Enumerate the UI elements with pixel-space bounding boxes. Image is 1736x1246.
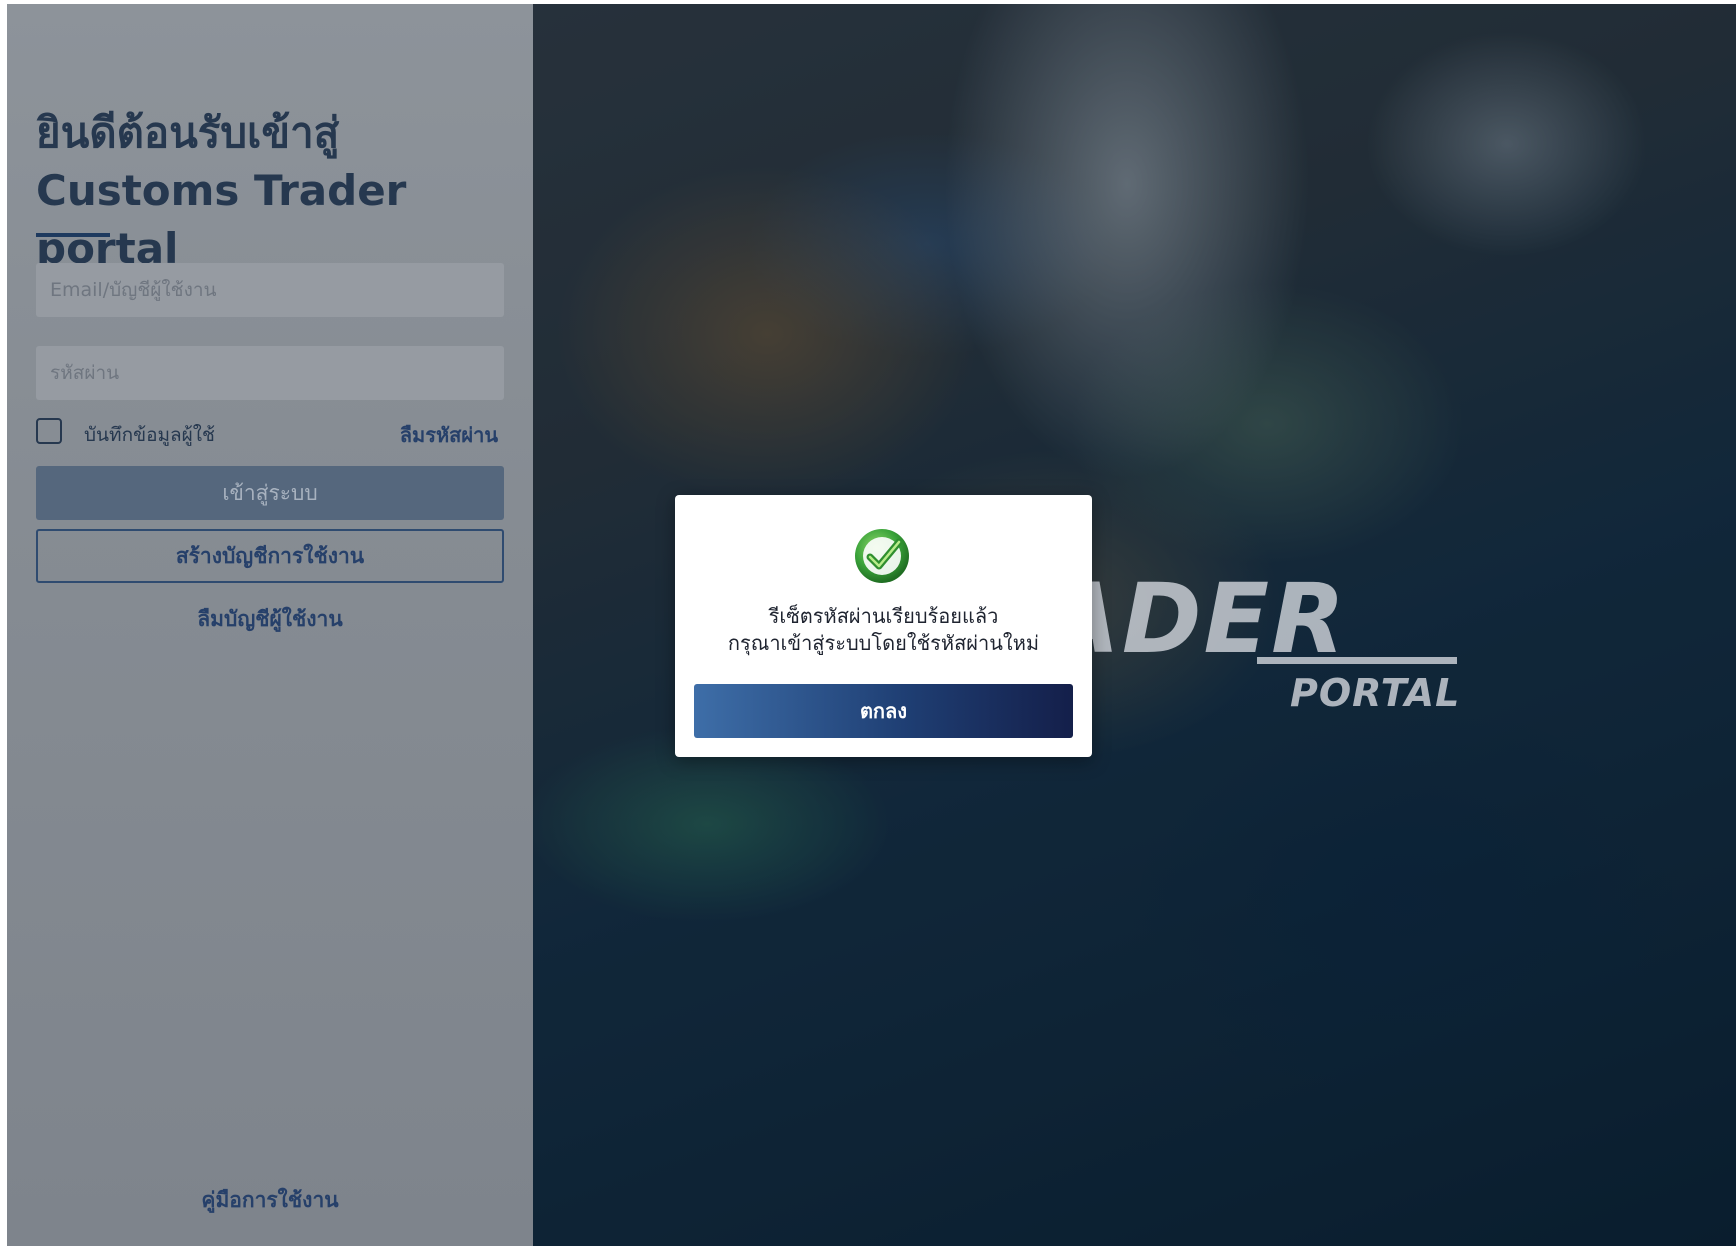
trader-portal-logo: ADER PORTAL — [1046, 569, 1467, 719]
success-modal: รีเซ็ตรหัสผ่านเรียบร้อยแล้ว กรุณาเข้าสู่… — [675, 495, 1092, 757]
welcome-title: ยินดีต้อนรับเข้าสู่ Customs Trader porta… — [36, 104, 533, 278]
forgot-password-link[interactable]: ลืมรหัสผ่าน — [400, 419, 498, 451]
remember-row: บันทึกข้อมูลผู้ใช้ ลืมรหัสผ่าน — [36, 417, 504, 449]
email-input[interactable]: Email/บัญชีผู้ใช้งาน — [36, 263, 504, 317]
page-frame: ADER PORTAL ยินดีต้อนรับเข้าสู่ Customs … — [7, 4, 1736, 1246]
check-circle-icon — [855, 529, 909, 583]
logo-subtitle: PORTAL — [1290, 671, 1461, 715]
logo-underline — [1257, 657, 1457, 664]
forgot-account-link[interactable]: ลืมบัญชีผู้ใช้งาน — [36, 603, 504, 636]
password-input[interactable]: รหัสผ่าน — [36, 346, 504, 400]
welcome-line-1: ยินดีต้อนรับเข้าสู่ — [36, 108, 340, 157]
user-manual-link[interactable]: คู่มือการใช้งาน — [36, 1184, 504, 1217]
login-button[interactable]: เข้าสู่ระบบ — [36, 466, 504, 520]
register-button[interactable]: สร้างบัญชีการใช้งาน — [36, 529, 504, 583]
ok-button[interactable]: ตกลง — [694, 684, 1073, 738]
title-underline — [36, 233, 110, 237]
remember-label: บันทึกข้อมูลผู้ใช้ — [84, 424, 215, 446]
remember-checkbox[interactable] — [36, 418, 62, 444]
modal-message-line-1: รีเซ็ตรหัสผ่านเรียบร้อยแล้ว — [768, 604, 999, 628]
login-panel: ยินดีต้อนรับเข้าสู่ Customs Trader porta… — [7, 4, 533, 1246]
welcome-line-2: Customs Trader portal — [36, 166, 407, 273]
modal-message-line-2: กรุณาเข้าสู่ระบบโดยใช้รหัสผ่านใหม่ — [727, 631, 1040, 655]
modal-message: รีเซ็ตรหัสผ่านเรียบร้อยแล้ว กรุณาเข้าสู่… — [675, 603, 1092, 657]
